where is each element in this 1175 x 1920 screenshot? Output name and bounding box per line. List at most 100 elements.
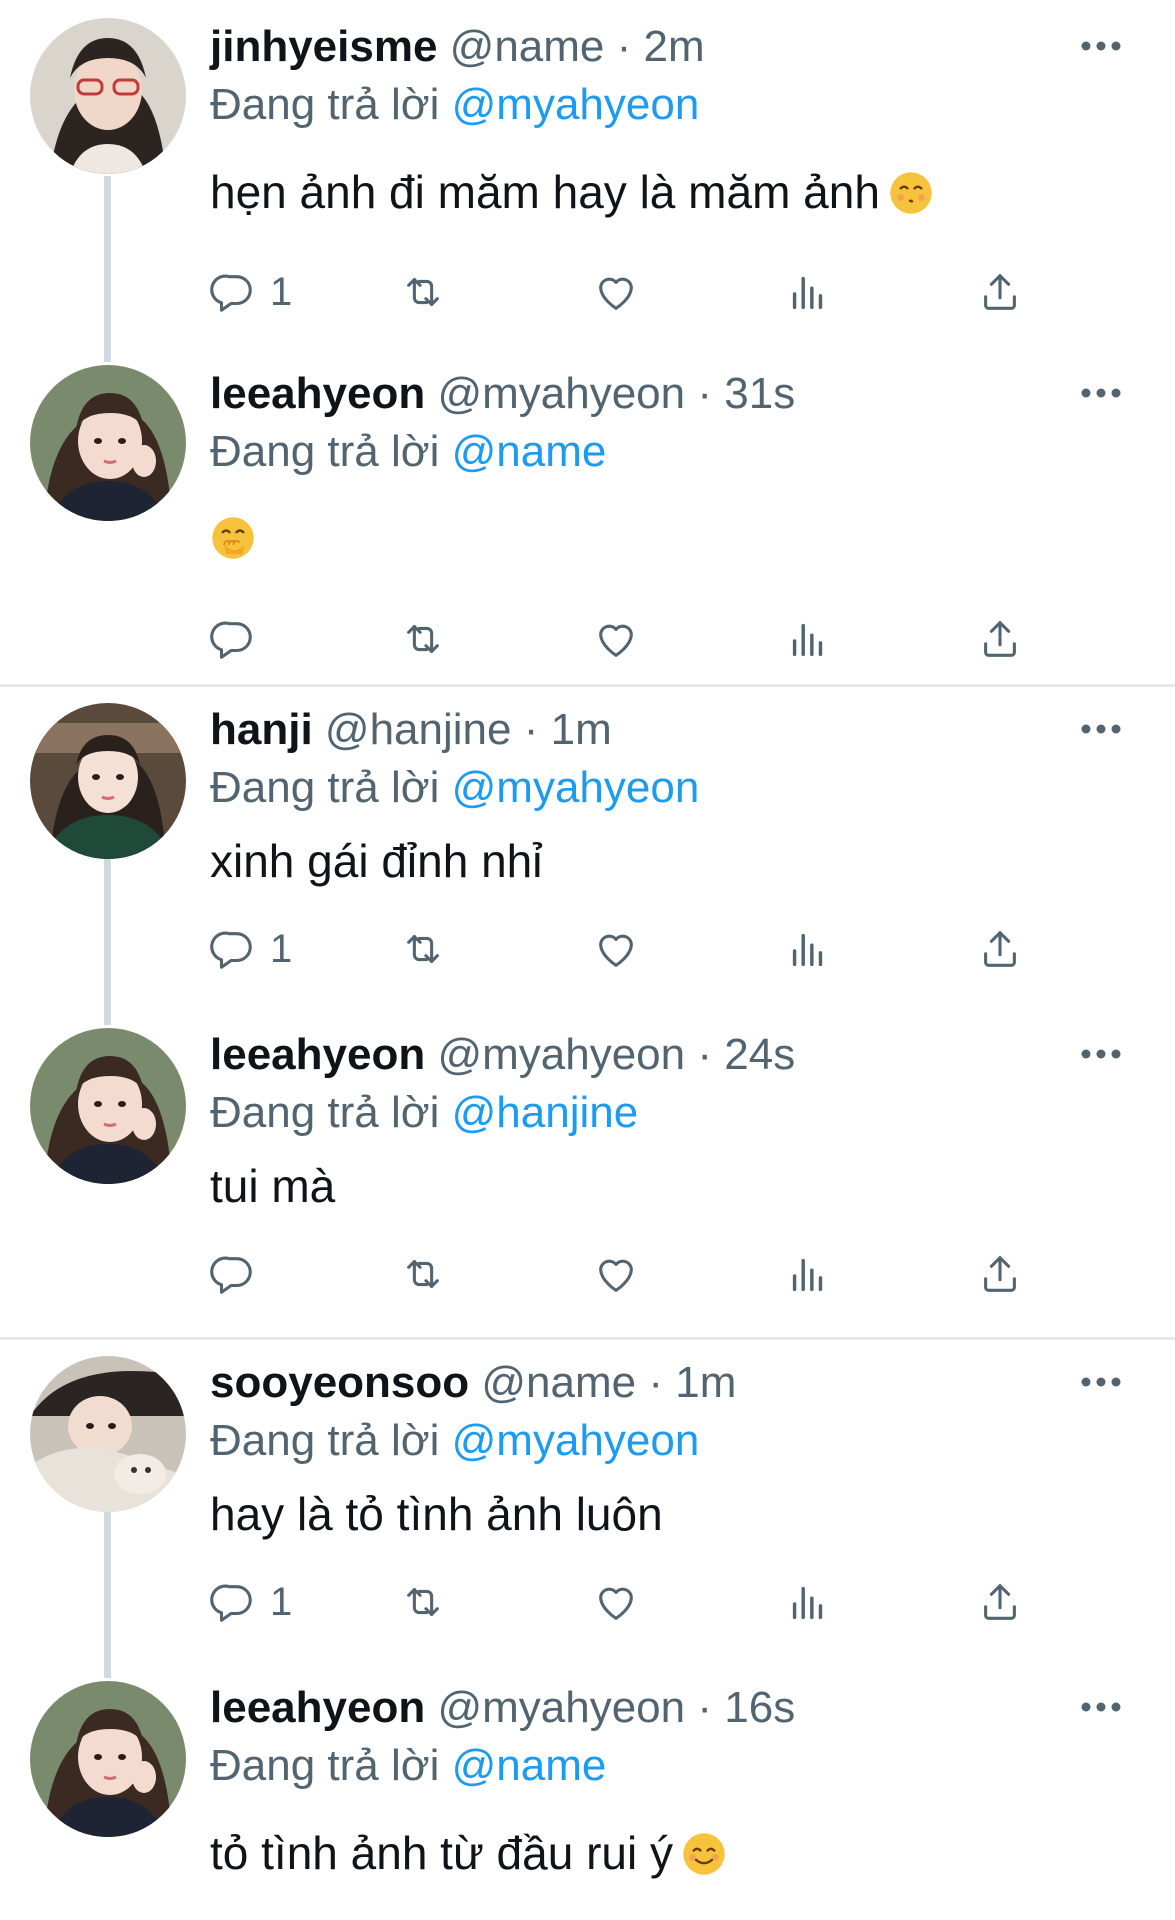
display-name[interactable]: jinhyeisme bbox=[210, 22, 437, 71]
like-button[interactable] bbox=[593, 609, 639, 669]
more-options-button[interactable] bbox=[1071, 1362, 1131, 1402]
reply-count: 1 bbox=[270, 1579, 293, 1624]
share-button[interactable] bbox=[977, 1244, 1023, 1304]
more-options-button[interactable] bbox=[1071, 373, 1131, 413]
smiling-face-icon bbox=[681, 1831, 727, 1877]
tweet[interactable]: leeahyeon @myahyeon · 31s Đang trả lời @… bbox=[0, 347, 1175, 684]
mention-link[interactable]: @myahyeon bbox=[452, 763, 700, 812]
avatar[interactable] bbox=[30, 1356, 186, 1512]
display-name[interactable]: leeahyeon bbox=[210, 1683, 425, 1732]
user-handle[interactable]: @myahyeon bbox=[437, 369, 685, 418]
share-button[interactable] bbox=[977, 919, 1023, 979]
avatar[interactable] bbox=[30, 18, 186, 174]
tweet-actions: 1 bbox=[210, 262, 1050, 322]
views-button[interactable] bbox=[785, 1572, 831, 1632]
mention-link[interactable]: @name bbox=[452, 1741, 607, 1790]
user-handle[interactable]: @hanjine bbox=[325, 705, 512, 754]
tweet-header: leeahyeon @myahyeon · 16s bbox=[210, 1681, 795, 1735]
views-button[interactable] bbox=[785, 609, 831, 669]
reply-button[interactable]: 1 bbox=[210, 919, 292, 979]
tweet-text: hẹn ảnh đi măm hay là măm ảnh bbox=[210, 164, 934, 220]
timestamp[interactable]: 2m bbox=[644, 22, 705, 71]
display-name[interactable]: leeahyeon bbox=[210, 369, 425, 418]
like-button[interactable] bbox=[593, 1244, 639, 1304]
tweet-header: leeahyeon @myahyeon · 24s bbox=[210, 1028, 795, 1082]
display-name[interactable]: hanji bbox=[210, 705, 313, 754]
views-button[interactable] bbox=[785, 262, 831, 322]
retweet-button[interactable] bbox=[400, 262, 446, 322]
tweet-header: sooyeonsoo @name · 1m bbox=[210, 1356, 736, 1410]
reply-icon bbox=[210, 1251, 256, 1297]
retweet-icon bbox=[400, 269, 446, 315]
mention-link[interactable]: @name bbox=[452, 427, 607, 476]
retweet-icon bbox=[400, 926, 446, 972]
views-button[interactable] bbox=[785, 1244, 831, 1304]
share-button[interactable] bbox=[977, 1572, 1023, 1632]
retweet-button[interactable] bbox=[400, 1244, 446, 1304]
avatar[interactable] bbox=[30, 1028, 186, 1184]
reply-thread: hanji @hanjine · 1m Đang trả lời @myahye… bbox=[0, 687, 1175, 1337]
like-button[interactable] bbox=[593, 1572, 639, 1632]
replying-label: Đang trả lời bbox=[210, 763, 440, 812]
replying-label: Đang trả lời bbox=[210, 427, 440, 476]
retweet-button[interactable] bbox=[400, 1572, 446, 1632]
tweet[interactable]: leeahyeon @myahyeon · 24s Đang trả lời @… bbox=[0, 1012, 1175, 1337]
timestamp[interactable]: 1m bbox=[675, 1358, 736, 1407]
more-options-button[interactable] bbox=[1071, 709, 1131, 749]
user-handle[interactable]: @myahyeon bbox=[437, 1030, 685, 1079]
retweet-icon bbox=[400, 1579, 446, 1625]
reply-button[interactable] bbox=[210, 1244, 256, 1304]
hand-over-mouth-icon bbox=[210, 515, 256, 561]
replying-label: Đang trả lời bbox=[210, 1416, 440, 1465]
like-button[interactable] bbox=[593, 919, 639, 979]
tweet-text bbox=[210, 509, 256, 565]
replying-to: Đang trả lời @myahyeon bbox=[210, 761, 699, 815]
more-options-button[interactable] bbox=[1071, 26, 1131, 66]
tweet-text-content: hẹn ảnh đi măm hay là măm ảnh bbox=[210, 166, 880, 218]
timestamp[interactable]: 1m bbox=[551, 705, 612, 754]
user-handle[interactable]: @myahyeon bbox=[437, 1683, 685, 1732]
tweet[interactable]: hanji @hanjine · 1m Đang trả lời @myahye… bbox=[0, 687, 1175, 1012]
tweet[interactable]: leeahyeon @myahyeon · 16s Đang trả lời @… bbox=[0, 1665, 1175, 1920]
tweet-text: tui mà bbox=[210, 1158, 335, 1214]
user-handle[interactable]: @name bbox=[450, 22, 605, 71]
views-icon bbox=[785, 616, 831, 662]
more-icon bbox=[1079, 1700, 1123, 1714]
tweet-text-content: tỏ tình ảnh từ đầu rui ý bbox=[210, 1827, 673, 1879]
views-icon bbox=[785, 926, 831, 972]
reply-button[interactable] bbox=[210, 609, 256, 669]
replying-to: Đang trả lời @name bbox=[210, 425, 606, 479]
avatar[interactable] bbox=[30, 703, 186, 859]
timestamp[interactable]: 16s bbox=[724, 1683, 795, 1732]
tweet[interactable]: jinhyeisme @name · 2m Đang trả lời @myah… bbox=[0, 0, 1175, 347]
more-options-button[interactable] bbox=[1071, 1687, 1131, 1727]
mention-link[interactable]: @myahyeon bbox=[452, 1416, 700, 1465]
avatar[interactable] bbox=[30, 1681, 186, 1837]
more-options-button[interactable] bbox=[1071, 1034, 1131, 1074]
mention-link[interactable]: @hanjine bbox=[452, 1088, 639, 1137]
separator-dot: · bbox=[697, 1030, 713, 1079]
retweet-button[interactable] bbox=[400, 919, 446, 979]
timestamp[interactable]: 24s bbox=[724, 1030, 795, 1079]
more-icon bbox=[1079, 1047, 1123, 1061]
mention-link[interactable]: @myahyeon bbox=[452, 80, 700, 129]
share-button[interactable] bbox=[977, 262, 1023, 322]
reply-button[interactable]: 1 bbox=[210, 262, 292, 322]
reply-icon bbox=[210, 1579, 256, 1625]
display-name[interactable]: leeahyeon bbox=[210, 1030, 425, 1079]
retweet-button[interactable] bbox=[400, 609, 446, 669]
separator-dot: · bbox=[697, 369, 713, 418]
like-button[interactable] bbox=[593, 262, 639, 322]
display-name[interactable]: sooyeonsoo bbox=[210, 1358, 469, 1407]
replying-to: Đang trả lời @name bbox=[210, 1739, 606, 1793]
more-icon bbox=[1079, 722, 1123, 736]
tweet-actions: 1 bbox=[210, 919, 1050, 979]
share-button[interactable] bbox=[977, 609, 1023, 669]
user-handle[interactable]: @name bbox=[481, 1358, 636, 1407]
tweet[interactable]: sooyeonsoo @name · 1m Đang trả lời @myah… bbox=[0, 1340, 1175, 1665]
avatar[interactable] bbox=[30, 365, 186, 521]
reply-icon bbox=[210, 269, 256, 315]
timestamp[interactable]: 31s bbox=[724, 369, 795, 418]
views-button[interactable] bbox=[785, 919, 831, 979]
reply-button[interactable]: 1 bbox=[210, 1572, 292, 1632]
